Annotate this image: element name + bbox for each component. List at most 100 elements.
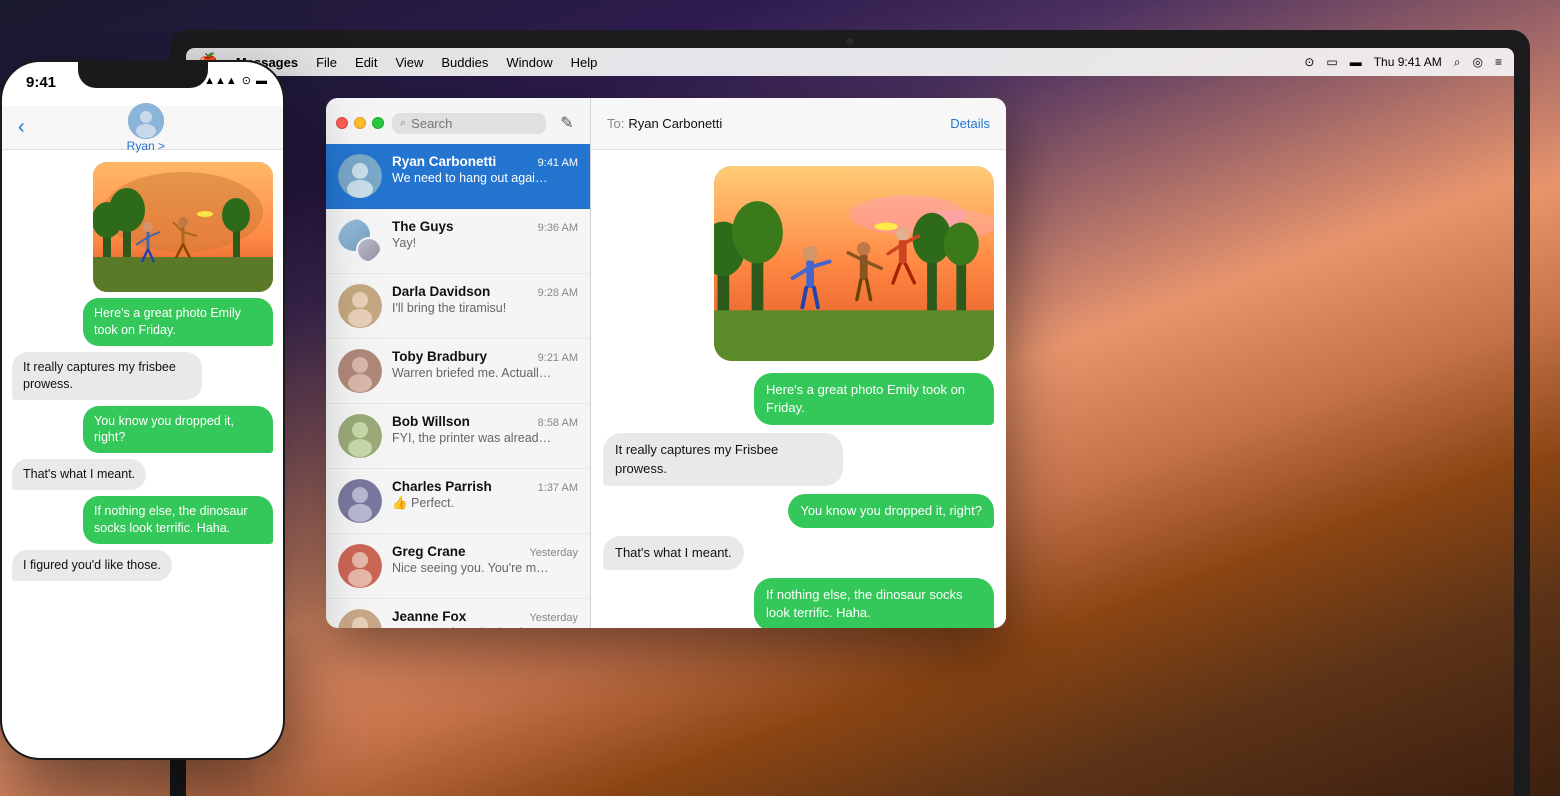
- iphone-bubble-sent: If nothing else, the dinosaur socks look…: [83, 496, 273, 544]
- conv-name-greg: Greg Crane: [392, 544, 466, 559]
- iphone-back-button[interactable]: ‹: [18, 116, 25, 139]
- conv-time-greg: Yesterday: [529, 547, 578, 559]
- conv-body-darla: Darla Davidson 9:28 AM I'll bring the ti…: [392, 284, 578, 315]
- menu-time: Thu 9:41 AM: [1374, 55, 1442, 69]
- conv-body-ryan: Ryan Carbonetti 9:41 AM We need to hang …: [392, 154, 578, 185]
- conversation-item-guys[interactable]: The Guys 9:36 AM Yay!: [326, 209, 590, 274]
- spotlight-icon[interactable]: ⌕: [1454, 55, 1461, 70]
- conv-header-ryan: Ryan Carbonetti 9:41 AM: [392, 154, 578, 169]
- menu-window[interactable]: Window: [506, 55, 552, 70]
- wifi-menu-icon: ⊙: [1304, 55, 1314, 69]
- iphone-status-icons: ▲▲▲ ⊙ ▬: [204, 74, 267, 87]
- airplay-menu-icon: ▭: [1326, 55, 1337, 69]
- avatar-darla: [338, 284, 382, 328]
- menu-edit[interactable]: Edit: [355, 55, 377, 70]
- iphone-time: 9:41: [26, 74, 56, 91]
- chat-photo: [714, 166, 994, 361]
- conversation-item-ryan[interactable]: Ryan Carbonetti 9:41 AM We need to hang …: [326, 144, 590, 209]
- notification-center-icon[interactable]: ≡: [1495, 55, 1502, 69]
- menu-buddies[interactable]: Buddies: [441, 55, 488, 70]
- chat-message-row-sent: You know you dropped it, right?: [603, 494, 994, 528]
- avatar-ryan: [338, 154, 382, 198]
- iphone-message-row: If nothing else, the dinosaur socks look…: [12, 496, 273, 544]
- iphone-message-row: It really captures my frisbee prowess.: [12, 352, 273, 400]
- laptop-camera: [847, 38, 854, 45]
- battery-menu-icon: ▬: [1350, 55, 1362, 69]
- conversation-item-charles[interactable]: Charles Parrish 1:37 AM 👍 Perfect.: [326, 469, 590, 534]
- compose-button[interactable]: ✎: [554, 110, 580, 136]
- iphone-contact-area: Ryan >: [25, 103, 267, 153]
- conversation-item-jeanne[interactable]: Jeanne Fox Yesterday Every meal I've had…: [326, 599, 590, 628]
- iphone-message-row: Here's a great photo Emily took on Frida…: [12, 298, 273, 346]
- signal-icon: ▲▲▲: [204, 75, 237, 87]
- iphone-bubble-received: It really captures my frisbee prowess.: [12, 352, 202, 400]
- search-icon: ⌕: [400, 117, 406, 130]
- conversation-item-bob[interactable]: Bob Willson 8:58 AM FYI, the printer was…: [326, 404, 590, 469]
- chat-bubble-sent: Here's a great photo Emily took on Frida…: [754, 373, 994, 425]
- conv-time-guys: 9:36 AM: [538, 222, 578, 234]
- conv-body-bob: Bob Willson 8:58 AM FYI, the printer was…: [392, 414, 578, 445]
- conv-name-darla: Darla Davidson: [392, 284, 490, 299]
- conv-body-jeanne: Jeanne Fox Yesterday Every meal I've had…: [392, 609, 578, 628]
- conv-preview-ryan: We need to hang out again soon. Don't be…: [392, 171, 552, 185]
- conv-time-darla: 9:28 AM: [538, 287, 578, 299]
- conv-preview-charles: 👍 Perfect.: [392, 496, 552, 511]
- chat-details-button[interactable]: Details: [950, 116, 990, 131]
- iphone-screen: 9:41 ▲▲▲ ⊙ ▬ ‹ Ryan >: [2, 62, 283, 758]
- conv-header-darla: Darla Davidson 9:28 AM: [392, 284, 578, 299]
- menu-bar: 🍎 Messages File Edit View Buddies Window…: [186, 48, 1514, 76]
- conv-name-jeanne: Jeanne Fox: [392, 609, 466, 624]
- conv-header-greg: Greg Crane Yesterday: [392, 544, 578, 559]
- avatar-greg: [338, 544, 382, 588]
- chat-recipient: Ryan Carbonetti: [628, 116, 722, 131]
- conversation-item-greg[interactable]: Greg Crane Yesterday Nice seeing you. Yo…: [326, 534, 590, 599]
- iphone-bubble-sent: You know you dropped it, right?: [83, 406, 273, 454]
- chat-header: To: Ryan Carbonetti Details: [591, 98, 1006, 150]
- siri-icon[interactable]: ◎: [1473, 55, 1483, 69]
- maximize-button[interactable]: [372, 117, 384, 129]
- menu-file[interactable]: File: [316, 55, 337, 70]
- iphone-bubble-received: I figured you'd like those.: [12, 550, 172, 581]
- iphone-messages-area: Here's a great photo Emily took on Frida…: [2, 150, 283, 758]
- conv-header-jeanne: Jeanne Fox Yesterday: [392, 609, 578, 624]
- conv-time-bob: 8:58 AM: [538, 417, 578, 429]
- chat-message-row-sent: Here's a great photo Emily took on Frida…: [603, 373, 994, 425]
- conv-preview-jeanne: Every meal I've had today has included b…: [392, 626, 552, 628]
- avatar-toby: [338, 349, 382, 393]
- iphone-device: 9:41 ▲▲▲ ⊙ ▬ ‹ Ryan >: [0, 60, 285, 760]
- conv-header-guys: The Guys 9:36 AM: [392, 219, 578, 234]
- conv-body-toby: Toby Bradbury 9:21 AM Warren briefed me.…: [392, 349, 578, 381]
- avatar-bob: [338, 414, 382, 458]
- conv-header-toby: Toby Bradbury 9:21 AM: [392, 349, 578, 364]
- chat-bubble-sent: You know you dropped it, right?: [788, 494, 994, 528]
- minimize-button[interactable]: [354, 117, 366, 129]
- conversation-item-darla[interactable]: Darla Davidson 9:28 AM I'll bring the ti…: [326, 274, 590, 339]
- chat-message-row-received: It really captures my Frisbee prowess.: [603, 433, 994, 485]
- conv-body-charles: Charles Parrish 1:37 AM 👍 Perfect.: [392, 479, 578, 511]
- iphone-bubble-received: That's what I meant.: [12, 459, 146, 490]
- conv-header-charles: Charles Parrish 1:37 AM: [392, 479, 578, 494]
- iphone-notch: [78, 60, 208, 88]
- avatar-guys: [338, 219, 382, 263]
- wifi-icon: ⊙: [242, 74, 251, 87]
- messages-window: ⌕ ✎: [326, 98, 1006, 628]
- search-input[interactable]: [411, 116, 538, 131]
- iphone-bubble-sent: Here's a great photo Emily took on Frida…: [83, 298, 273, 346]
- chat-bubble-received: That's what I meant.: [603, 536, 744, 570]
- conv-preview-bob: FYI, the printer was already jammed when…: [392, 431, 552, 445]
- conv-time-jeanne: Yesterday: [529, 612, 578, 624]
- menu-help[interactable]: Help: [571, 55, 598, 70]
- chat-bubble-sent: If nothing else, the dinosaur socks look…: [754, 578, 994, 628]
- traffic-lights: [336, 117, 384, 129]
- search-bar[interactable]: ⌕: [392, 113, 546, 134]
- conv-name-toby: Toby Bradbury: [392, 349, 487, 364]
- menu-view[interactable]: View: [395, 55, 423, 70]
- conv-preview-darla: I'll bring the tiramisu!: [392, 301, 552, 315]
- conv-header-bob: Bob Willson 8:58 AM: [392, 414, 578, 429]
- conv-body-guys: The Guys 9:36 AM Yay!: [392, 219, 578, 250]
- conversation-item-toby[interactable]: Toby Bradbury 9:21 AM Warren briefed me.…: [326, 339, 590, 404]
- close-button[interactable]: [336, 117, 348, 129]
- avatar-charles: [338, 479, 382, 523]
- iphone-contact-avatar: [128, 103, 164, 139]
- conv-time-toby: 9:21 AM: [538, 352, 578, 364]
